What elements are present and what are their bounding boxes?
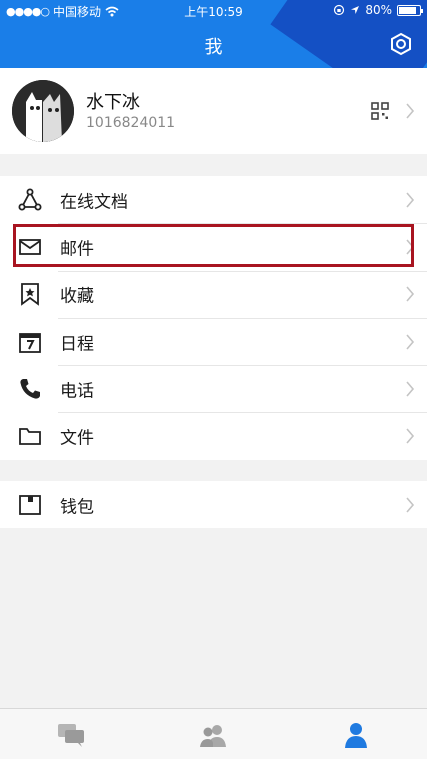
chevron-right-icon xyxy=(406,381,415,397)
menu-item-mail[interactable]: 邮件 xyxy=(0,223,427,270)
mail-icon xyxy=(19,239,41,255)
chevron-right-icon xyxy=(406,428,415,444)
menu-item-files[interactable]: 文件 xyxy=(0,412,427,459)
phone-icon xyxy=(20,378,40,399)
chat-bubbles-icon[interactable] xyxy=(56,721,86,749)
header-bar: ●●●●○ 中国移动 上午10:59 80% 我 xyxy=(0,0,427,68)
chevron-right-icon xyxy=(406,497,415,513)
me-profile-icon[interactable] xyxy=(341,721,371,749)
chevron-right-icon xyxy=(406,334,415,350)
avatar[interactable] xyxy=(12,80,74,142)
battery-percent: 80% xyxy=(365,3,392,17)
menu-item-label: 钱包 xyxy=(60,497,94,518)
wallet-icon xyxy=(19,494,41,515)
menu-item-label: 日程 xyxy=(60,334,94,355)
menu-item-label: 收藏 xyxy=(60,286,94,307)
menu-item-label: 文件 xyxy=(60,428,94,449)
menu-item-phone[interactable]: 电话 xyxy=(0,365,427,412)
chevron-right-icon xyxy=(406,239,415,255)
bookmark-icon xyxy=(21,283,39,307)
wallet-list: 钱包 xyxy=(0,481,427,529)
menu-item-favorites[interactable]: 收藏 xyxy=(0,270,427,318)
location-icon xyxy=(351,6,360,14)
folder-icon xyxy=(19,428,41,446)
menu-item-label: 在线文档 xyxy=(60,192,128,213)
settings-hexagon-icon[interactable] xyxy=(389,32,413,56)
user-id: 1016824011 xyxy=(86,115,176,131)
chevron-right-icon xyxy=(406,192,415,208)
menu-list: 在线文档 邮件 收藏 日程 电话 文件 xyxy=(0,176,427,460)
contacts-icon[interactable] xyxy=(198,721,228,749)
chevron-right-icon xyxy=(406,103,415,119)
menu-item-online-docs[interactable]: 在线文档 xyxy=(0,176,427,223)
orientation-lock-icon xyxy=(334,4,345,16)
page-title: 我 xyxy=(204,37,223,58)
menu-item-wallet[interactable]: 钱包 xyxy=(0,481,427,528)
qr-code-icon[interactable] xyxy=(371,102,389,120)
menu-item-label: 电话 xyxy=(60,381,94,402)
profile-card[interactable]: 水下冰 1016824011 xyxy=(0,68,427,154)
calendar-icon xyxy=(19,332,41,353)
chevron-right-icon xyxy=(406,286,415,302)
user-name: 水下冰 xyxy=(86,92,140,113)
status-bar: ●●●●○ 中国移动 上午10:59 80% xyxy=(0,0,427,22)
menu-item-label: 邮件 xyxy=(60,239,94,260)
battery-icon xyxy=(397,4,423,16)
share-nodes-icon xyxy=(18,188,42,211)
bottom-tab-bar xyxy=(0,708,427,759)
menu-item-schedule[interactable]: 日程 xyxy=(0,317,427,365)
cat-avatar-icon xyxy=(12,80,74,142)
